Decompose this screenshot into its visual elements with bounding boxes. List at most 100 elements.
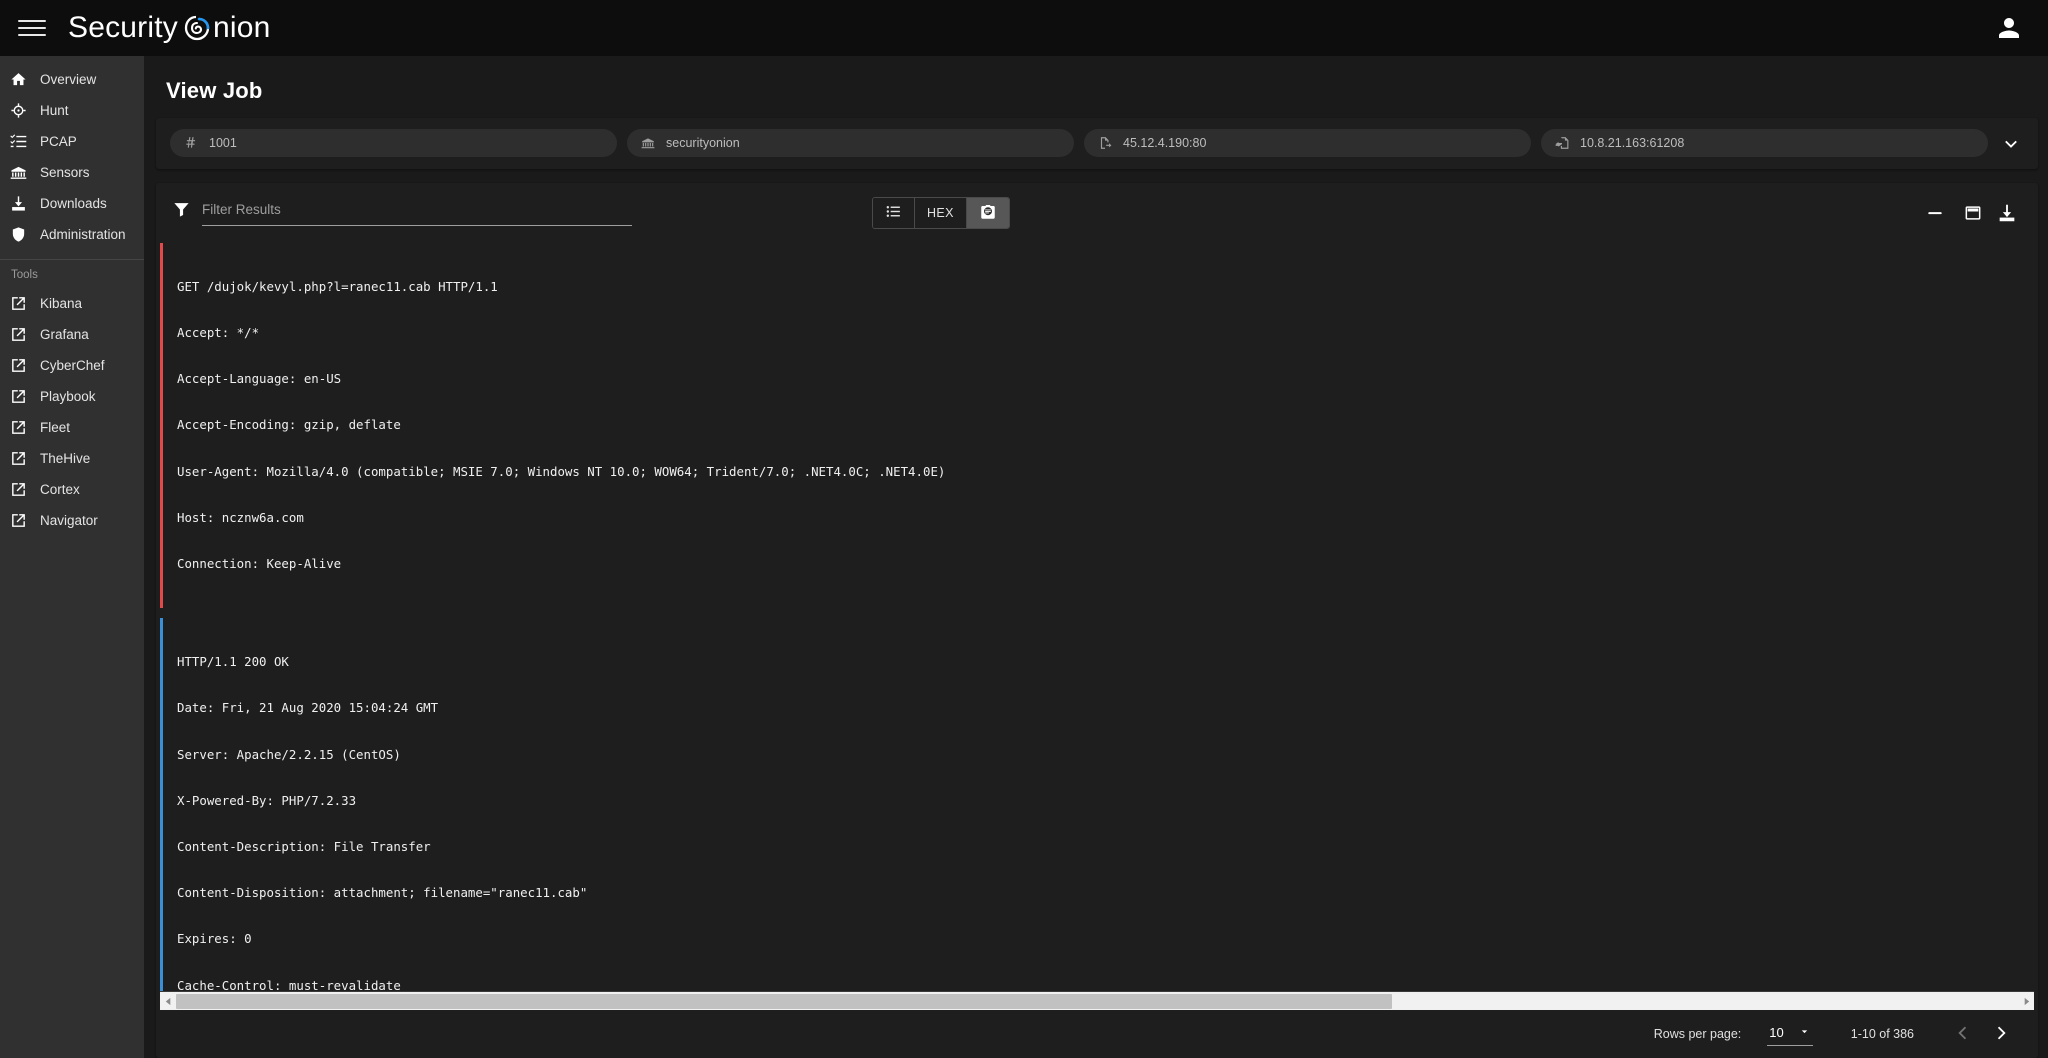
sidebar-item-fleet[interactable]: Fleet [0, 412, 144, 443]
chip-value: securityonion [666, 136, 740, 150]
external-link-icon [10, 512, 27, 529]
job-summary-chips: 1001 securityonion 45.12.4.190:80 10.8.2… [156, 118, 2038, 169]
packet-line: User-Agent: Mozilla/4.0 (compatible; MSI… [177, 463, 946, 479]
sidebar-item-label: Cortex [40, 482, 80, 497]
sidebar-item-label: Administration [40, 227, 126, 242]
packet-line: HTTP/1.1 200 OK [177, 654, 289, 670]
pagination-range: 1-10 of 386 [1850, 1027, 1914, 1041]
packet-block-request: GET /dujok/kevyl.php?l=ranec11.cab HTTP/… [160, 243, 2034, 609]
window-icon[interactable] [1956, 198, 1990, 228]
packet-line: Cache-Control: must-revalidate [177, 977, 401, 991]
chip-destination-address[interactable]: 10.8.21.163:61208 [1541, 129, 1988, 157]
sidebar-tools-caption: Tools [11, 269, 38, 281]
sidebar-item-thehive[interactable]: TheHive [0, 443, 144, 474]
scrollbar-thumb[interactable] [176, 993, 1392, 1009]
hamburger-icon[interactable] [18, 14, 46, 42]
sidebar-item-sensors[interactable]: Sensors [0, 157, 144, 188]
brand-suffix: nion [212, 11, 271, 44]
packet-line: Accept-Language: en-US [177, 371, 342, 387]
minimize-icon[interactable] [1918, 198, 1952, 228]
scroll-right-arrow-icon[interactable] [2018, 993, 2034, 1010]
chevron-left-icon [1952, 1022, 1974, 1047]
external-link-icon [10, 388, 27, 405]
sidebar-item-label: Downloads [40, 196, 107, 211]
download-box-icon [10, 195, 27, 212]
external-link-icon [10, 450, 27, 467]
filter-field[interactable] [202, 201, 632, 226]
external-link-icon [10, 295, 27, 312]
sidebar-item-navigator[interactable]: Navigator [0, 505, 144, 536]
packet-line: Content-Description: File Transfer [177, 839, 431, 855]
sidebar-item-downloads[interactable]: Downloads [0, 188, 144, 219]
horizontal-scrollbar[interactable] [160, 991, 2034, 1010]
next-page-button[interactable] [1982, 1015, 2020, 1053]
download-icon[interactable] [1990, 198, 2024, 228]
sidebar-item-playbook[interactable]: Playbook [0, 381, 144, 412]
brand-logo: Security nion [68, 11, 271, 45]
home-icon [10, 71, 27, 88]
sidebar-item-administration[interactable]: Administration [0, 219, 144, 250]
packet-gap [160, 608, 2034, 618]
packet-line: Date: Fri, 21 Aug 2020 15:04:24 GMT [177, 700, 439, 716]
page-header: View Job [144, 56, 2048, 118]
filter-group [172, 200, 632, 226]
rows-per-page-select[interactable]: 10 [1767, 1023, 1813, 1046]
sidebar-item-kibana[interactable]: Kibana [0, 288, 144, 319]
tab-hex-view[interactable]: HEX [915, 198, 967, 228]
chip-value: 1001 [209, 136, 237, 150]
file-import-icon [1555, 136, 1569, 150]
results-toolbar: HEX [156, 183, 2038, 243]
chevron-right-icon [1990, 1022, 2012, 1047]
chevron-down-icon [1798, 1025, 1811, 1041]
toolbar-download-area [1990, 198, 2024, 228]
sidebar-item-label: Playbook [40, 389, 96, 404]
server-rack-icon [10, 164, 27, 181]
sidebar-item-hunt[interactable]: Hunt [0, 95, 144, 126]
server-rack-icon [641, 136, 655, 150]
search-input[interactable] [202, 202, 632, 217]
packet-line: X-Powered-By: PHP/7.2.33 [177, 792, 357, 808]
main-content: View Job 1001 securityonion 45.12.4.190:… [144, 56, 2048, 1058]
chip-sensor[interactable]: securityonion [627, 129, 1074, 157]
account-circle-icon[interactable] [1994, 13, 2024, 43]
tab-list-view[interactable] [873, 198, 915, 228]
packet-line: Server: Apache/2.2.15 (CentOS) [177, 746, 401, 762]
sidebar-item-cyberchef[interactable]: CyberChef [0, 350, 144, 381]
packet-line: Expires: 0 [177, 931, 252, 947]
tab-packets-view[interactable] [966, 198, 1009, 228]
sidebar-item-grafana[interactable]: Grafana [0, 319, 144, 350]
list-checks-icon [10, 133, 27, 150]
packet-envelope-icon [979, 203, 997, 224]
scroll-left-arrow-icon[interactable] [160, 993, 176, 1010]
sidebar-item-label: Navigator [40, 513, 98, 528]
sidebar-item-overview[interactable]: Overview [0, 64, 144, 95]
packet-line: Accept: */* [177, 325, 260, 341]
results-panel: HEX [156, 183, 2038, 1058]
sidebar-item-label: Fleet [40, 420, 71, 435]
external-link-icon [10, 326, 27, 343]
sidebar-item-label: Overview [40, 72, 97, 87]
previous-page-button[interactable] [1944, 1015, 1982, 1053]
sidebar-item-label: PCAP [40, 134, 77, 149]
scrollbar-track[interactable] [176, 993, 2018, 1010]
toolbar-window-controls [1918, 198, 1990, 228]
external-link-icon [10, 481, 27, 498]
sidebar-item-cortex[interactable]: Cortex [0, 474, 144, 505]
packet-block-response: HTTP/1.1 200 OK Date: Fri, 21 Aug 2020 1… [160, 618, 2034, 991]
sidebar-item-label: Kibana [40, 296, 83, 311]
packet-scroll-region[interactable]: GET /dujok/kevyl.php?l=ranec11.cab HTTP/… [160, 243, 2034, 991]
rows-per-page-label: Rows per page: [1653, 1027, 1742, 1041]
chip-source-address[interactable]: 45.12.4.190:80 [1084, 129, 1531, 157]
shield-icon [10, 226, 27, 243]
hash-icon [184, 136, 198, 150]
sidebar-item-pcap[interactable]: PCAP [0, 126, 144, 157]
chevron-down-icon[interactable] [1998, 130, 2024, 156]
onion-logo-icon [182, 13, 212, 43]
packet-view: GET /dujok/kevyl.php?l=ranec11.cab HTTP/… [160, 243, 2034, 1010]
sidebar-item-label: Sensors [40, 165, 90, 180]
rows-per-page-value: 10 [1769, 1025, 1784, 1040]
chip-job-id[interactable]: 1001 [170, 129, 617, 157]
pagination-bar: Rows per page: 10 1-10 of 386 [156, 1010, 2038, 1058]
sidebar-item-label: Grafana [40, 327, 89, 342]
external-link-icon [10, 357, 27, 374]
